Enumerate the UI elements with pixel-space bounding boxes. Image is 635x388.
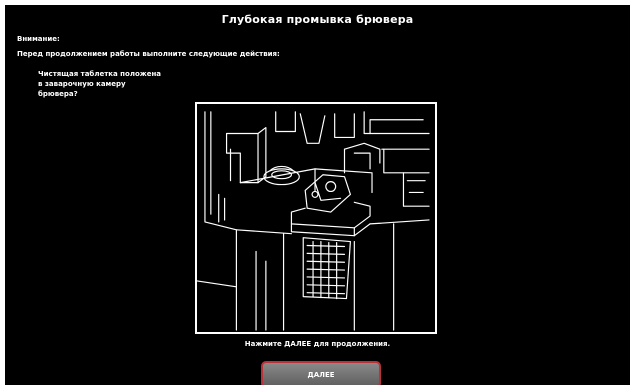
next-button[interactable]: ДАЛЕЕ xyxy=(261,361,381,385)
warning-instruction: Перед продолжением работы выполните след… xyxy=(17,50,280,58)
coffee-machine-brewer-icon xyxy=(197,111,430,331)
next-button-label: ДАЛЕЕ xyxy=(307,370,335,379)
cleaning-tablet-question: Чистящая таблетка положена в заварочную … xyxy=(38,70,162,98)
page-title: Глубокая промывка брювера xyxy=(221,13,414,26)
brewer-cleaning-screen: Глубокая промывка брювера Внимание: Пере… xyxy=(5,5,630,385)
brewer-illustration xyxy=(195,102,437,334)
warning-label: Внимание: xyxy=(17,35,60,43)
continue-prompt: Нажмите ДАЛЕЕ для продолжения. xyxy=(244,340,391,348)
